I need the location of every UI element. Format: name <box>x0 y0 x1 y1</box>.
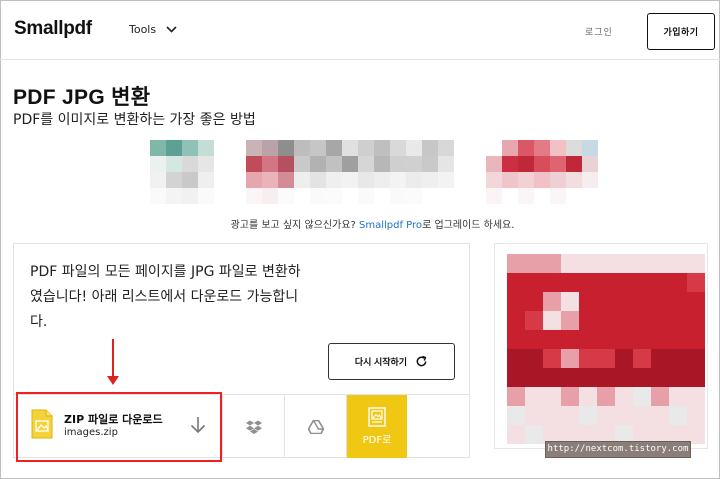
banner-ad[interactable] <box>150 140 598 204</box>
restart-label: 다시 시작하기 <box>354 357 408 367</box>
ad-upgrade-note: 광고를 보고 싶지 않으신가요? Smallpdf Pro로 업그레이드 하세요… <box>0 216 720 231</box>
convert-to-pdf-button[interactable]: PDF로 <box>347 395 407 458</box>
side-ad-image <box>507 254 705 444</box>
signup-button[interactable]: 가입하기 <box>647 13 715 50</box>
zip-download-option[interactable]: ZIP 파일로 다운로드 images.zip <box>14 395 223 458</box>
smallpdf-logo[interactable]: Smallpdf <box>14 18 92 40</box>
zip-download-title: ZIP 파일로 다운로드 <box>64 413 163 426</box>
blog-watermark: http://nextcom.tistory.com <box>545 441 691 458</box>
google-drive-icon <box>307 419 324 434</box>
tools-label: Tools <box>129 23 157 36</box>
page-subtitle: PDF를 이미지로 변환하는 가장 좋은 방법 <box>13 112 256 128</box>
annotation-arrow-head <box>107 376 119 385</box>
smallpdf-pro-link[interactable]: Smallpdf Pro <box>359 220 422 231</box>
ad-note-after: 로 업그레이드 하세요. <box>422 220 515 231</box>
annotation-arrow-line <box>112 339 114 377</box>
side-ad[interactable] <box>494 243 708 449</box>
save-to-drive-button[interactable] <box>285 395 347 458</box>
ad-note-before: 광고를 보고 싶지 않으신가요? <box>230 220 360 231</box>
top-navbar: Smallpdf Tools 로그인 가입하기 <box>0 0 720 60</box>
zip-filename: images.zip <box>64 427 118 438</box>
save-to-dropbox-button[interactable] <box>223 395 285 458</box>
restart-button[interactable]: 다시 시작하기 <box>328 343 455 380</box>
result-card: PDF 파일의 모든 페이지를 JPG 파일로 변환하였습니다! 아래 리스트에… <box>13 243 470 458</box>
chevron-down-icon <box>166 26 177 33</box>
refresh-icon <box>416 355 427 367</box>
tools-menu[interactable]: Tools <box>129 23 177 36</box>
arrow-down-icon[interactable] <box>188 415 208 435</box>
to-pdf-label: PDF로 <box>362 435 392 446</box>
page-title: PDF JPG 변환 <box>13 86 151 109</box>
result-message: PDF 파일의 모든 페이지를 JPG 파일로 변환하였습니다! 아래 리스트에… <box>30 264 301 330</box>
image-file-icon <box>31 409 53 439</box>
login-link[interactable]: 로그인 <box>585 25 613 38</box>
download-actions-bar: ZIP 파일로 다운로드 images.zip PDF로 <box>14 394 469 458</box>
image-to-pdf-icon <box>368 407 386 427</box>
dropbox-icon <box>245 420 262 434</box>
